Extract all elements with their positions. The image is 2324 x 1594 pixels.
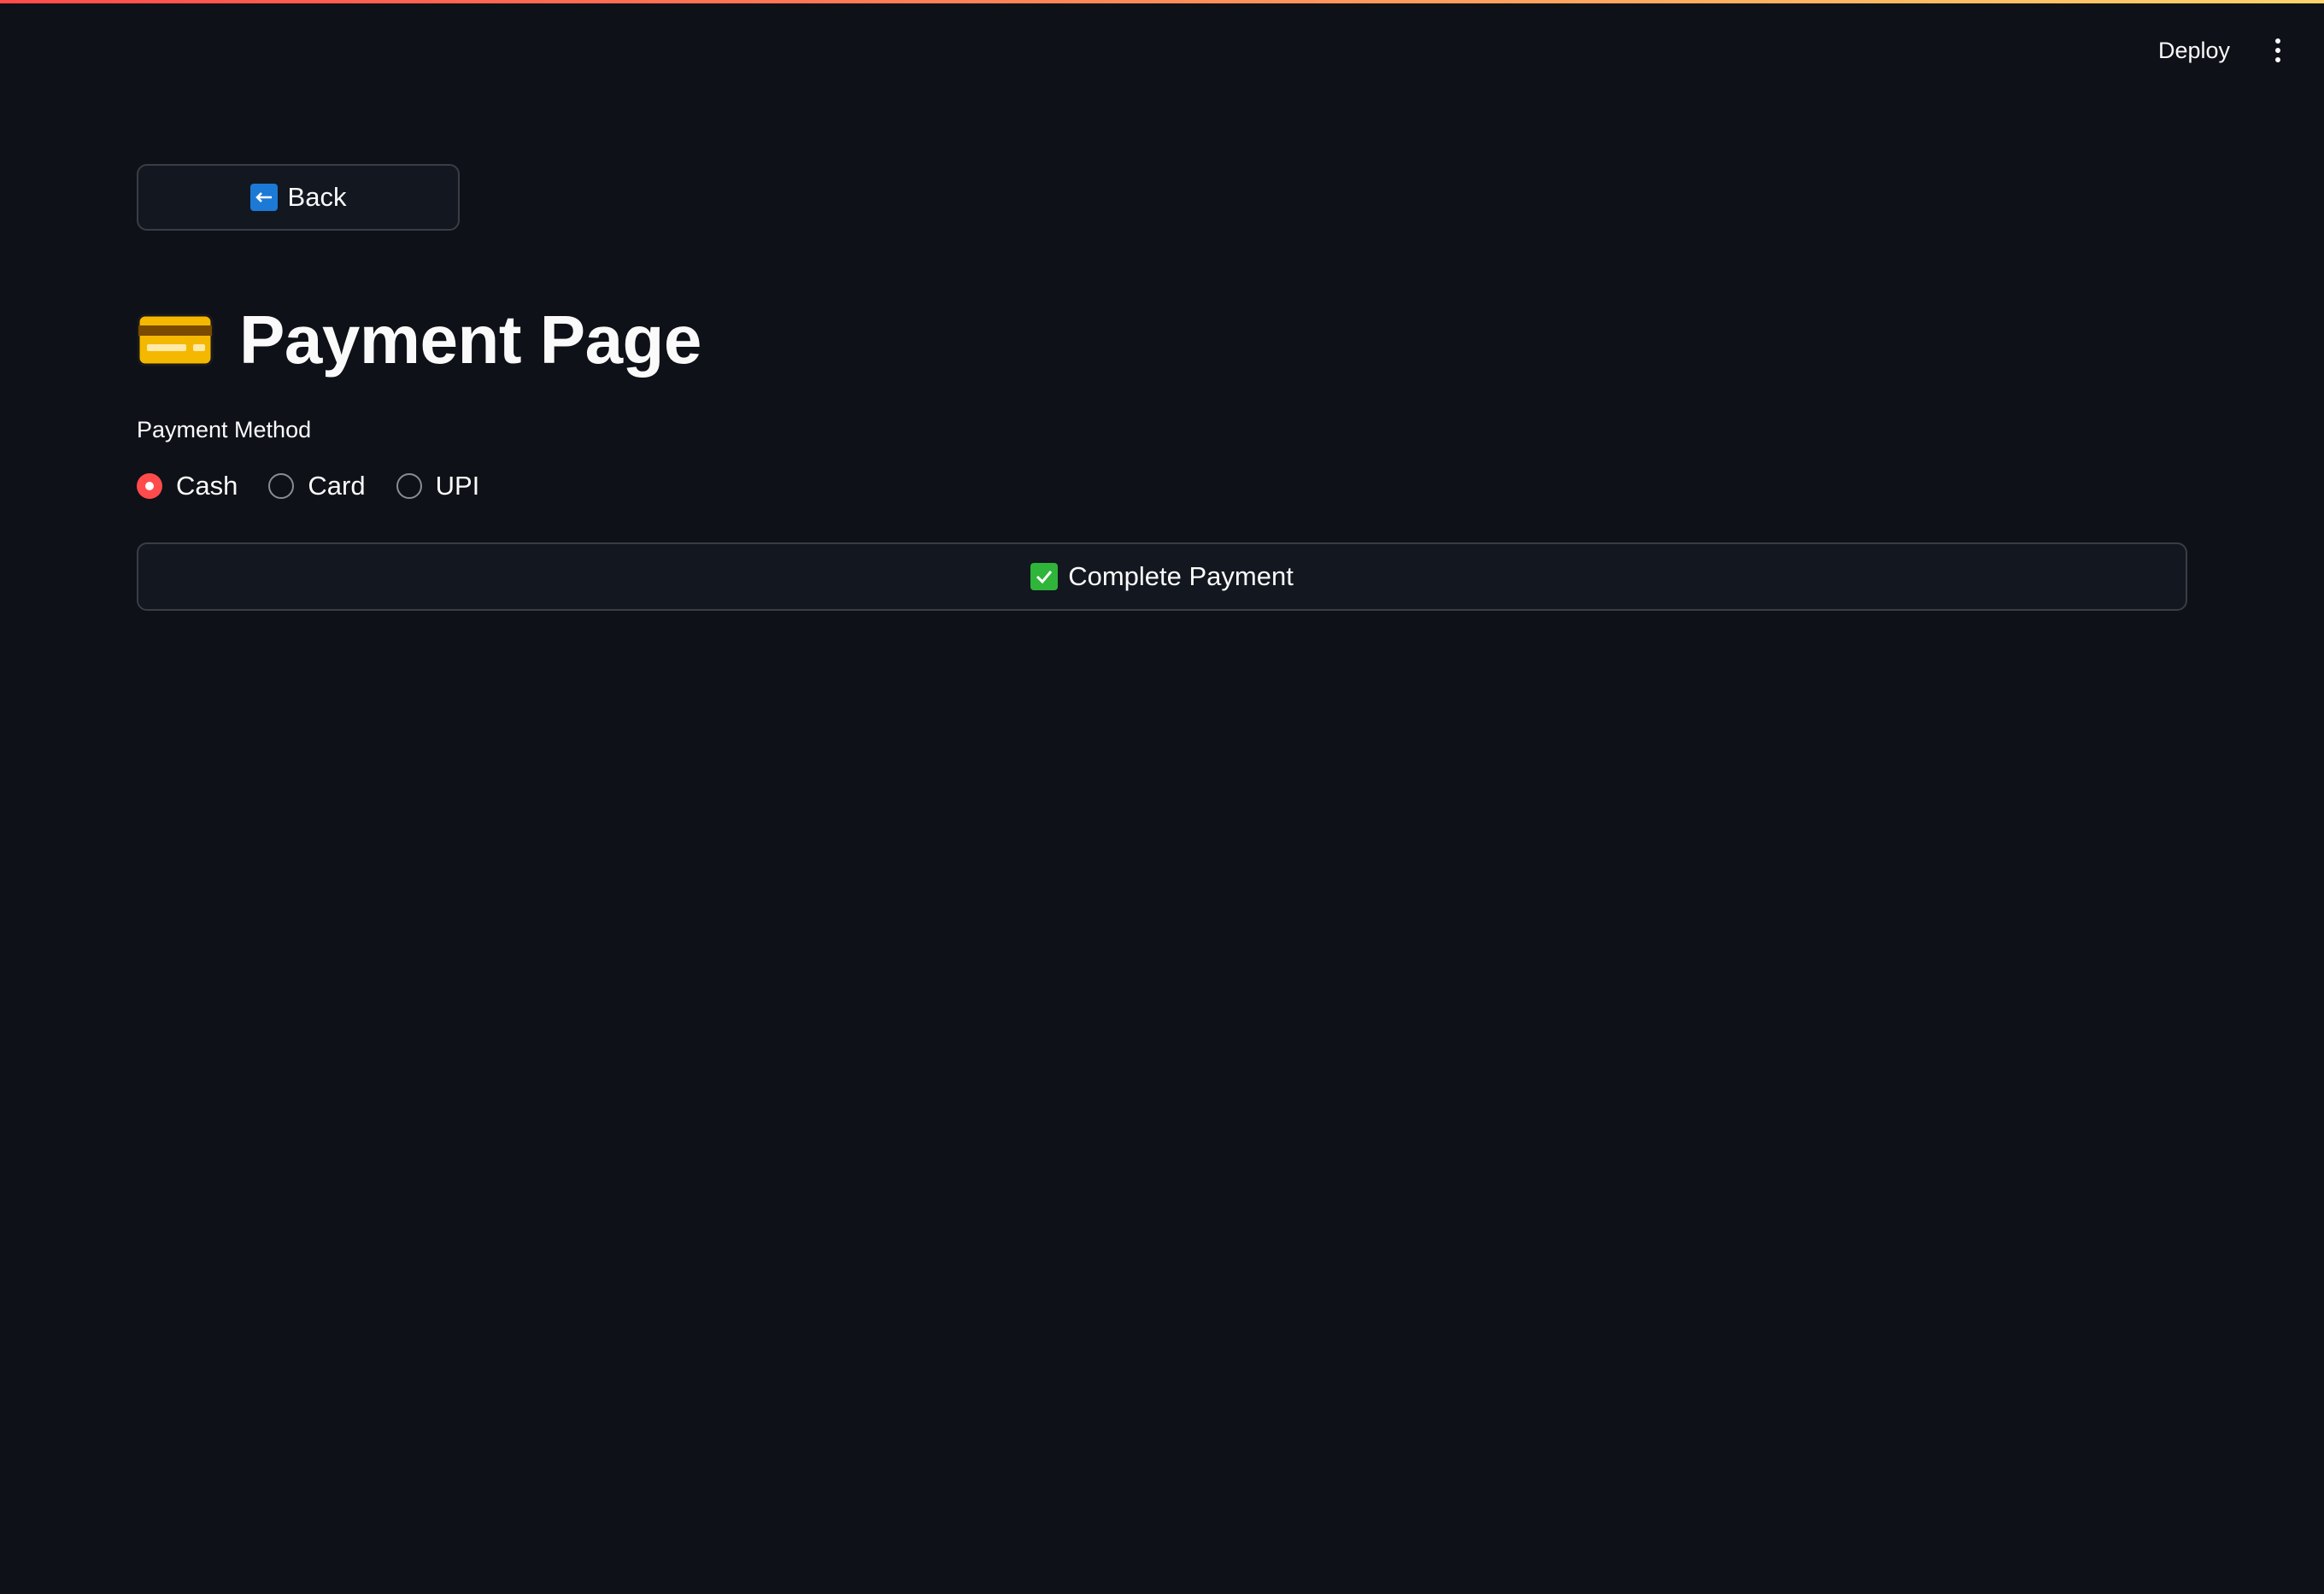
main-content: Back Payment Page Payment Method Cash Ca… — [137, 164, 2187, 611]
deploy-button[interactable]: Deploy — [2151, 32, 2237, 69]
page-title: Payment Page — [239, 302, 701, 378]
radio-button[interactable] — [396, 473, 422, 499]
check-mark-icon — [1030, 563, 1059, 590]
complete-payment-button[interactable]: Complete Payment — [137, 542, 2187, 611]
radio-label-cash: Cash — [176, 471, 238, 501]
complete-payment-label: Complete Payment — [1068, 561, 1294, 591]
kebab-menu-icon[interactable] — [2269, 33, 2286, 67]
back-button-label: Back — [287, 182, 347, 212]
payment-method-label: Payment Method — [137, 417, 312, 442]
radio-option-card[interactable]: Card — [268, 471, 366, 501]
app-toolbar: Deploy — [2151, 29, 2286, 72]
radio-label-card: Card — [308, 471, 366, 501]
payment-method-radio-group: Cash Card UPI — [137, 467, 2187, 505]
credit-card-icon — [137, 314, 214, 366]
back-button[interactable]: Back — [137, 164, 460, 231]
left-arrow-icon — [249, 184, 278, 211]
radio-button-selected[interactable] — [137, 473, 162, 499]
top-decoration-bar — [0, 0, 2324, 3]
radio-button[interactable] — [268, 473, 295, 499]
radio-label-upi: UPI — [435, 471, 480, 501]
page-header: Payment Page — [137, 297, 2187, 383]
radio-option-cash[interactable]: Cash — [137, 471, 238, 501]
radio-option-upi[interactable]: UPI — [396, 471, 480, 501]
